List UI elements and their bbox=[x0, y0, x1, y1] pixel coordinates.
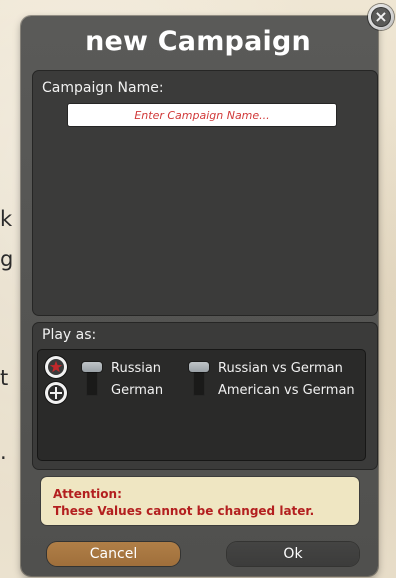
campaign-name-input[interactable] bbox=[68, 104, 336, 126]
iron-cross-icon bbox=[45, 382, 67, 404]
attention-text: These Values cannot be changed later. bbox=[53, 504, 315, 518]
option-german[interactable]: German bbox=[111, 383, 163, 398]
option-russian-vs-german[interactable]: Russian vs German bbox=[218, 361, 343, 376]
matchup-toggle[interactable] bbox=[189, 362, 209, 396]
cancel-button[interactable]: Cancel bbox=[47, 542, 180, 566]
faction-toggle[interactable] bbox=[82, 362, 102, 396]
background-text-fragment: t bbox=[0, 366, 9, 390]
campaign-name-label: Campaign Name: bbox=[42, 80, 164, 96]
dialog-title: new Campaign bbox=[85, 26, 311, 57]
option-american-vs-german[interactable]: American vs German bbox=[218, 383, 355, 398]
soviet-star-icon bbox=[45, 356, 67, 378]
soviet-star-icon-svg bbox=[49, 360, 63, 373]
faction-toggle-knob[interactable] bbox=[82, 362, 102, 372]
matchup-toggle-knob[interactable] bbox=[189, 362, 209, 372]
option-russian[interactable]: Russian bbox=[111, 361, 161, 376]
play-as-label: Play as: bbox=[42, 327, 97, 343]
background-text-fragment: g bbox=[0, 247, 14, 271]
ok-button[interactable]: Ok bbox=[227, 542, 359, 566]
background-text-fragment: . bbox=[0, 440, 7, 464]
iron-cross-icon-svg bbox=[50, 387, 62, 399]
attention-title: Attention: bbox=[53, 487, 122, 501]
background-text-fragment: k bbox=[0, 207, 13, 231]
